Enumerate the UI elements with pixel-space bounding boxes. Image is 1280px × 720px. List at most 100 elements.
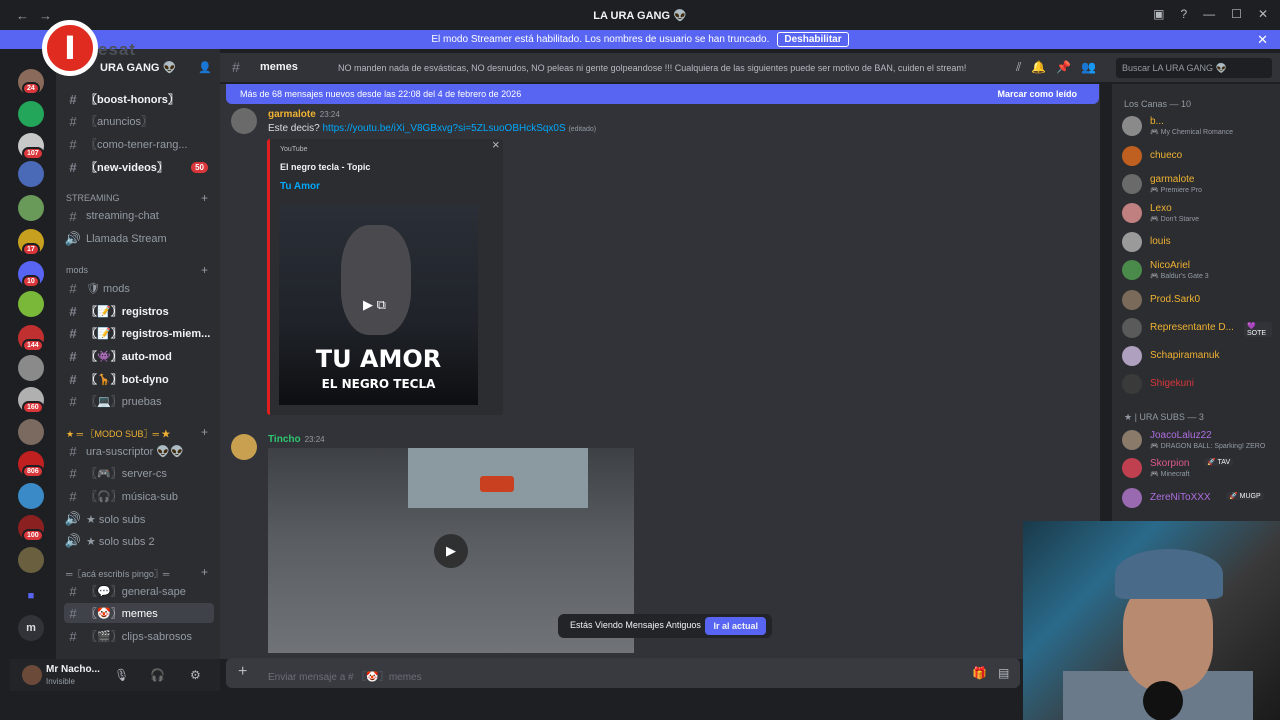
- embed-close-icon[interactable]: ×: [492, 137, 500, 152]
- channel-label: 〖como-tener-rang...: [86, 139, 188, 151]
- channel-registros[interactable]: # 〖📝〗registros: [64, 301, 214, 321]
- mention-badge: 10: [22, 275, 40, 288]
- embed-author[interactable]: El negro tecla - Topic: [280, 162, 370, 172]
- member-item[interactable]: Schapiramanuk: [1122, 344, 1272, 370]
- member-item[interactable]: Shigekuni: [1122, 372, 1272, 398]
- server-icon[interactable]: [18, 195, 44, 221]
- embed-title[interactable]: Tu Amor: [280, 181, 320, 192]
- add-channel-icon[interactable]: +: [201, 263, 208, 277]
- member-item[interactable]: ZereNiToXXX 🚀 MUGP: [1122, 486, 1272, 512]
- video-thumbnail[interactable]: ▶ ⧉ TU AMOR EL NEGRO TECLA: [279, 205, 478, 405]
- minimize-icon[interactable]: —: [1203, 7, 1215, 21]
- member-item[interactable]: garmalote 🎮 Premiere Pro: [1122, 172, 1272, 198]
- add-member-icon[interactable]: 👤: [198, 61, 212, 74]
- jump-to-present-button[interactable]: Ir al actual: [705, 617, 766, 635]
- channel-anuncios[interactable]: # 〖anuncios〗: [64, 111, 214, 131]
- avatar[interactable]: [231, 434, 257, 460]
- message-link[interactable]: https://youtu.be/iXi_V8GBxvg?si=5ZLsuoOB…: [322, 123, 565, 134]
- member-item[interactable]: Representante D... 💜 SOTE: [1122, 316, 1272, 342]
- new-messages-bar[interactable]: Más de 68 mensajes nuevos desde las 22:0…: [226, 84, 1099, 104]
- mark-as-read-button[interactable]: Marcar como leído: [997, 89, 1077, 99]
- member-item[interactable]: Prod.Sark0: [1122, 288, 1272, 314]
- member-item[interactable]: JoacoLaluz22 🎮 DRAGON BALL: Sparking! ZER…: [1122, 428, 1272, 454]
- message-author[interactable]: Tincho 23:24: [268, 434, 325, 445]
- user-name[interactable]: Mr Nacho...: [46, 664, 100, 675]
- channel-clips-sabrosos[interactable]: # 〖🎬〗clips-sabrosos: [64, 626, 214, 646]
- category-streaming[interactable]: STREAMING: [66, 193, 120, 203]
- server-icon[interactable]: [18, 547, 44, 573]
- server-icon[interactable]: m: [18, 615, 44, 641]
- add-channel-icon[interactable]: +: [201, 565, 208, 579]
- avatar[interactable]: [231, 108, 257, 134]
- avatar[interactable]: [22, 665, 42, 685]
- member-item[interactable]: chueco: [1122, 144, 1272, 170]
- category-mods[interactable]: mods: [66, 265, 88, 275]
- channel-ura-suscriptor[interactable]: # ura-suscriptor 👽👽: [64, 441, 214, 461]
- headphones-icon[interactable]: 🎧: [150, 668, 165, 682]
- channel-registros-miembros[interactable]: # 〖📝〗registros-miem...: [64, 323, 214, 343]
- channel-como-tener-rango[interactable]: # 〖como-tener-rang...: [64, 134, 214, 154]
- channel-bot-dyno[interactable]: # 〖🦒〗bot-dyno: [64, 369, 214, 389]
- server-icon[interactable]: [18, 291, 44, 317]
- channel-auto-mod[interactable]: # 〖👾〗auto-mod: [64, 346, 214, 366]
- channel-mods[interactable]: # 🛡 mods: [64, 278, 214, 298]
- disable-button[interactable]: Deshabilitar: [777, 32, 849, 47]
- avatar: [1122, 203, 1142, 223]
- search-input[interactable]: Buscar LA URA GANG 👽: [1116, 58, 1272, 78]
- hash-icon: #: [69, 348, 77, 364]
- banner-close-icon[interactable]: ✕: [1257, 32, 1268, 48]
- gif-icon[interactable]: ▤: [998, 666, 1009, 680]
- category-modo-sub[interactable]: ★ ═ 〖MODO SUB〗═ ★: [66, 427, 170, 440]
- voice-channel-solo-subs[interactable]: 🔊 ★ solo subs: [64, 509, 214, 529]
- gift-icon[interactable]: 🎁: [972, 666, 987, 680]
- member-item[interactable]: louis: [1122, 230, 1272, 256]
- folder-icon[interactable]: ■: [18, 583, 44, 609]
- play-icon[interactable]: ▶ ⧉: [363, 297, 386, 313]
- message-author[interactable]: garmalote 23:24: [268, 109, 340, 120]
- server-icon[interactable]: [18, 101, 44, 127]
- channel-server-cs[interactable]: # 〖🎮〗server-cs: [64, 463, 214, 483]
- server-name[interactable]: URA GANG 👽: [100, 61, 176, 74]
- server-icon[interactable]: [18, 355, 44, 381]
- search-placeholder: Buscar LA URA GANG 👽: [1122, 63, 1227, 73]
- member-list-icon[interactable]: 👥: [1081, 60, 1106, 74]
- header-toolbar[interactable]: ⫽🔔📌👥: [1016, 60, 1106, 75]
- help-icon[interactable]: ?: [1180, 7, 1187, 21]
- member-item[interactable]: b... 🎮 My Chemical Romance: [1122, 114, 1272, 140]
- server-icon[interactable]: [18, 419, 44, 445]
- add-channel-icon[interactable]: +: [201, 191, 208, 205]
- channel-label: 〖🎮〗server-cs: [86, 468, 167, 480]
- add-attachment-icon[interactable]: +: [238, 663, 247, 681]
- channel-label: 〖👾〗auto-mod: [86, 351, 172, 363]
- channel-topic[interactable]: NO manden nada de esvásticas, NO desnudo…: [338, 63, 988, 73]
- user-panel: Mr Nacho... Invisible 🎙 🎧 ⚙: [10, 659, 220, 691]
- notification-bell-icon[interactable]: 🔔: [1031, 60, 1056, 74]
- voice-channel-solo-subs-2[interactable]: 🔊 ★ solo subs 2: [64, 531, 214, 551]
- threads-icon[interactable]: ⫽: [1016, 60, 1031, 74]
- category-aca-escribis[interactable]: ═〖acá escribís pingo〗═: [66, 567, 169, 580]
- channel-boost-honors[interactable]: # 〖boost-honors〗: [64, 89, 214, 109]
- maximize-icon[interactable]: ☐: [1231, 7, 1242, 21]
- channel-memes[interactable]: # 〖🤡〗memes: [64, 603, 214, 623]
- channel-streaming-chat[interactable]: # streaming-chat: [64, 206, 214, 226]
- message-input[interactable]: + Enviar mensaje a # 〖🤡〗memes 🎁 ▤: [226, 658, 1020, 688]
- inbox-icon[interactable]: ▣: [1153, 7, 1164, 21]
- microphone-icon[interactable]: 🎙: [114, 668, 129, 682]
- window-controls[interactable]: ▣ ? — ☐ ✕: [1153, 7, 1268, 21]
- add-channel-icon[interactable]: +: [201, 425, 208, 439]
- channel-musica-sub[interactable]: # 〖🎧〗música-sub: [64, 486, 214, 506]
- close-icon[interactable]: ✕: [1258, 7, 1268, 21]
- timestamp: 23:24: [304, 435, 325, 444]
- voice-channel[interactable]: 🔊 Llamada Stream: [64, 229, 214, 249]
- server-icon[interactable]: [18, 161, 44, 187]
- channel-pruebas[interactable]: # 〖💻〗pruebas: [64, 391, 214, 411]
- settings-gear-icon[interactable]: ⚙: [190, 668, 201, 682]
- member-item[interactable]: NicoAriel 🎮 Baldur's Gate 3: [1122, 258, 1272, 284]
- server-icon[interactable]: [18, 483, 44, 509]
- pin-icon[interactable]: 📌: [1056, 60, 1081, 74]
- member-item[interactable]: Skorpion 🚀 TAV 🎮 Minecraft: [1122, 456, 1272, 482]
- video-play-icon[interactable]: ▶: [434, 534, 468, 568]
- avatar: [1122, 374, 1142, 394]
- channel-general-sape[interactable]: # 〖💬〗general-sape: [64, 581, 214, 601]
- member-item[interactable]: Lexo 🎮 Don't Starve: [1122, 201, 1272, 227]
